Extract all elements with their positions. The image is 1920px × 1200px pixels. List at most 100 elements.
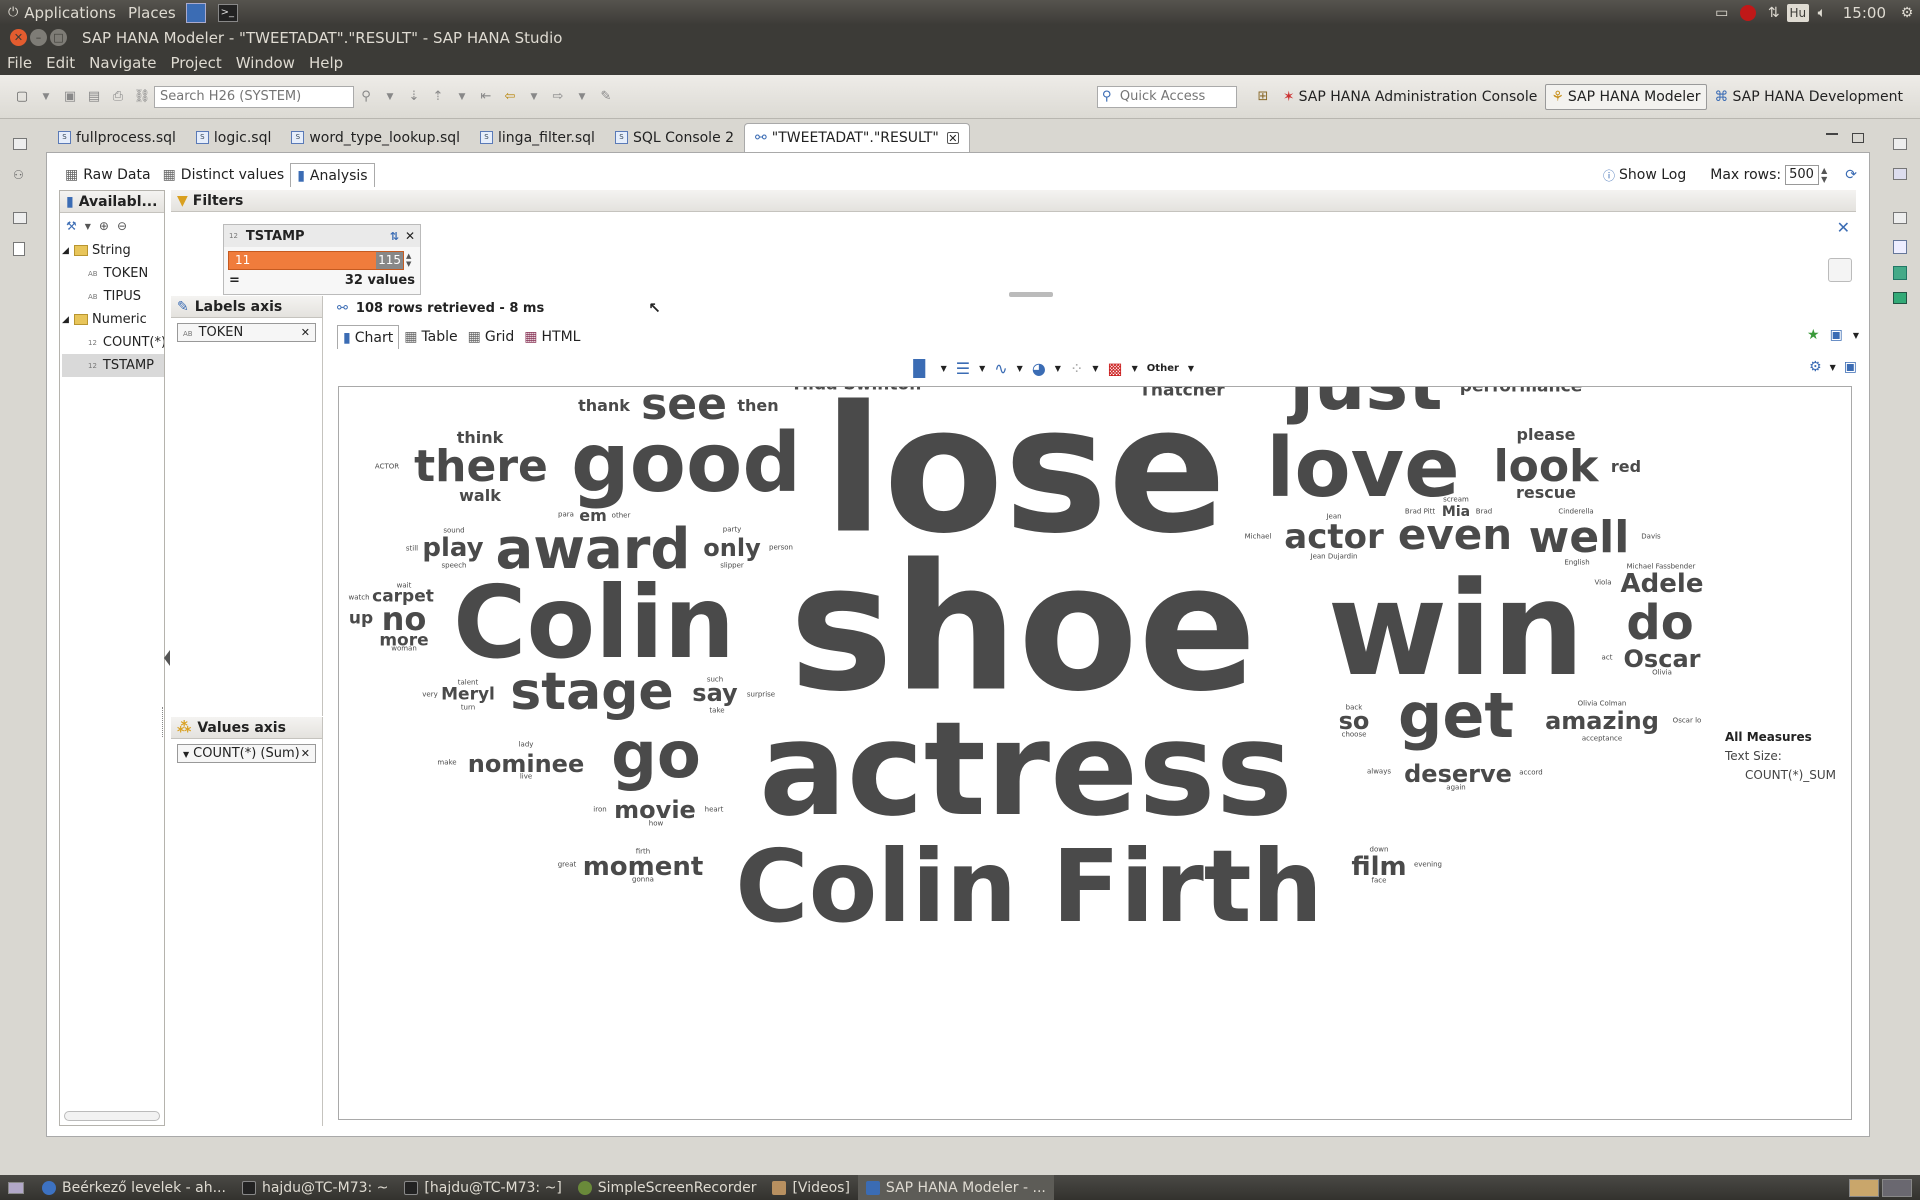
tab-linga-filter-sql[interactable]: Slinga_filter.sql xyxy=(470,123,605,152)
dropdown-icon[interactable]: ▼ xyxy=(1132,364,1138,373)
word-cloud-word[interactable]: great xyxy=(558,861,577,869)
word-cloud-word[interactable]: em xyxy=(579,508,607,524)
bar-chart-horizontal-icon[interactable]: ☰ xyxy=(956,359,970,378)
word-cloud-word[interactable]: Brad Pitt xyxy=(1405,508,1435,516)
word-cloud-word[interactable]: wait xyxy=(397,582,412,590)
range-spinner[interactable]: ▲ ▼ xyxy=(406,252,411,268)
word-cloud-word[interactable]: Brad xyxy=(1476,508,1492,516)
record-icon[interactable] xyxy=(1735,2,1761,24)
word-cloud-word[interactable]: Viola xyxy=(1594,579,1611,587)
word-cloud-word[interactable]: only xyxy=(703,536,760,560)
word-cloud-word[interactable]: Davis xyxy=(1641,533,1660,541)
perspective-modeler[interactable]: ⚘ SAP HANA Modeler xyxy=(1545,83,1707,110)
task-sap-hana-modeler[interactable]: SAP HANA Modeler - ... xyxy=(857,1175,1054,1200)
save-icon[interactable]: ▣ xyxy=(61,88,79,106)
outline-icon[interactable] xyxy=(1893,240,1907,254)
tree-group-string[interactable]: ◢ String xyxy=(62,239,164,262)
word-cloud-word[interactable]: walk xyxy=(459,488,501,504)
sash-handle[interactable] xyxy=(162,707,170,737)
dropdown-icon[interactable]: ▼ xyxy=(1017,364,1023,373)
word-cloud-word[interactable]: heart xyxy=(705,806,724,814)
back-icon[interactable]: ⇦ xyxy=(501,88,519,106)
word-cloud-word[interactable]: play xyxy=(422,535,483,561)
max-rows-spinner[interactable]: ▲ ▼ xyxy=(1821,166,1827,184)
forward-icon[interactable]: ⇨ xyxy=(549,88,567,106)
word-cloud-word[interactable]: so xyxy=(1339,709,1370,733)
restore-icon[interactable] xyxy=(1893,138,1907,150)
word-cloud-word[interactable]: down xyxy=(1370,846,1389,854)
expand-arrow-icon[interactable]: ◢ xyxy=(62,315,74,325)
filter-tool-icon[interactable]: ⚒ xyxy=(66,219,77,233)
connect-icon[interactable]: ⛓ xyxy=(133,88,151,106)
dropdown-icon[interactable]: ▼ xyxy=(1092,364,1098,373)
word-cloud-word[interactable]: slipper xyxy=(720,562,744,570)
word-cloud-word[interactable]: accord xyxy=(1519,769,1542,777)
word-cloud-word[interactable]: Colin Firth xyxy=(735,837,1323,937)
task-terminal-1[interactable]: hajdu@TC-M73: ~ xyxy=(234,1175,396,1200)
minimize-window-icon[interactable]: – xyxy=(30,29,47,46)
dropdown-icon[interactable]: ▼ xyxy=(85,222,91,231)
word-cloud-word[interactable]: carpet xyxy=(372,588,434,606)
menu-window[interactable]: Window xyxy=(229,54,302,72)
word-cloud-word[interactable]: Oscar xyxy=(1624,647,1701,671)
word-cloud-word[interactable]: still xyxy=(406,545,418,553)
tab-distinct-values[interactable]: ▦ Distinct values xyxy=(157,163,291,187)
tree-group-numeric[interactable]: ◢ Numeric xyxy=(62,308,164,331)
labels-axis-token-chip[interactable]: AB TOKEN ✕ xyxy=(177,323,316,342)
save-chart-icon[interactable]: ▣ xyxy=(1830,327,1843,343)
word-cloud-word[interactable]: think xyxy=(457,430,504,446)
word-cloud-word[interactable]: then xyxy=(737,398,778,414)
restore-icon[interactable] xyxy=(13,138,27,150)
search-dropdown-icon[interactable]: ▼ xyxy=(381,88,399,106)
word-cloud-word[interactable]: person xyxy=(769,544,793,552)
show-log-link[interactable]: Show Log xyxy=(1619,167,1686,183)
favorite-icon[interactable]: ★ xyxy=(1807,327,1820,343)
splitter-handle[interactable] xyxy=(1009,292,1053,297)
word-cloud-word[interactable]: Cinderella xyxy=(1558,508,1593,516)
task-terminal-2[interactable]: [hajdu@TC-M73: ~] xyxy=(396,1175,569,1200)
new-dropdown-icon[interactable]: ▼ xyxy=(37,88,55,106)
column-chart-icon[interactable]: ▐▌ xyxy=(907,359,932,378)
other-chart-types[interactable]: Other xyxy=(1147,363,1179,374)
word-cloud-word[interactable]: award xyxy=(495,522,690,578)
word-cloud-word[interactable]: up xyxy=(349,610,373,628)
tab-logic-sql[interactable]: Slogic.sql xyxy=(186,123,281,152)
monitor-icon[interactable]: ▭ xyxy=(1709,2,1735,24)
word-cloud-word[interactable]: how xyxy=(649,820,663,828)
word-cloud-word[interactable]: ACTOR xyxy=(375,463,399,471)
remove-chip-icon[interactable]: ✕ xyxy=(301,326,310,339)
keyboard-layout[interactable]: Hu xyxy=(1786,3,1809,22)
tab-table[interactable]: ▦ Table xyxy=(399,325,462,349)
launcher-icon[interactable] xyxy=(185,2,206,23)
tab-html[interactable]: ▦ HTML xyxy=(519,325,585,349)
chart-options-icon[interactable]: ▣ xyxy=(1844,359,1857,375)
perspective-development[interactable]: ⌘ SAP HANA Development xyxy=(1710,84,1908,110)
word-cloud-word[interactable]: Mia xyxy=(1442,505,1470,519)
tab-grid[interactable]: ▦ Grid xyxy=(463,325,520,349)
word-cloud-word[interactable]: speech xyxy=(442,562,467,570)
menu-navigate[interactable]: Navigate xyxy=(82,54,163,72)
word-cloud-word[interactable]: iron xyxy=(593,806,606,814)
line-chart-icon[interactable]: ∿ xyxy=(994,359,1007,378)
tree-item-tstamp[interactable]: 12 TSTAMP xyxy=(62,354,164,377)
word-cloud-word[interactable]: show xyxy=(661,387,708,388)
system-search-input[interactable] xyxy=(154,85,354,108)
word-cloud-word[interactable]: Olivia xyxy=(1652,669,1672,677)
save-all-icon[interactable]: ▤ xyxy=(85,88,103,106)
scatter-chart-icon[interactable]: ⁘ xyxy=(1070,359,1083,378)
task-videos[interactable]: [Videos] xyxy=(764,1175,857,1200)
word-cloud-word[interactable]: Adele xyxy=(1621,571,1704,597)
word-cloud-word[interactable]: Thatcher xyxy=(1139,387,1224,400)
word-cloud-word[interactable]: actress xyxy=(759,704,1293,834)
task-icon[interactable] xyxy=(1893,292,1907,304)
word-cloud-word[interactable]: say xyxy=(692,681,737,705)
print-icon[interactable]: ⎙ xyxy=(109,88,127,106)
word-cloud-word[interactable]: shoe xyxy=(789,542,1257,717)
clock[interactable]: 15:00 xyxy=(1835,4,1894,22)
word-cloud-word[interactable]: thank xyxy=(578,398,630,414)
word-cloud-word[interactable]: Meryl xyxy=(441,686,495,704)
menu-edit[interactable]: Edit xyxy=(39,54,82,72)
word-cloud-word[interactable]: acceptance xyxy=(1582,735,1622,743)
document-icon[interactable] xyxy=(13,242,25,256)
settings-gear-icon[interactable]: ⚙ xyxy=(1894,2,1920,24)
